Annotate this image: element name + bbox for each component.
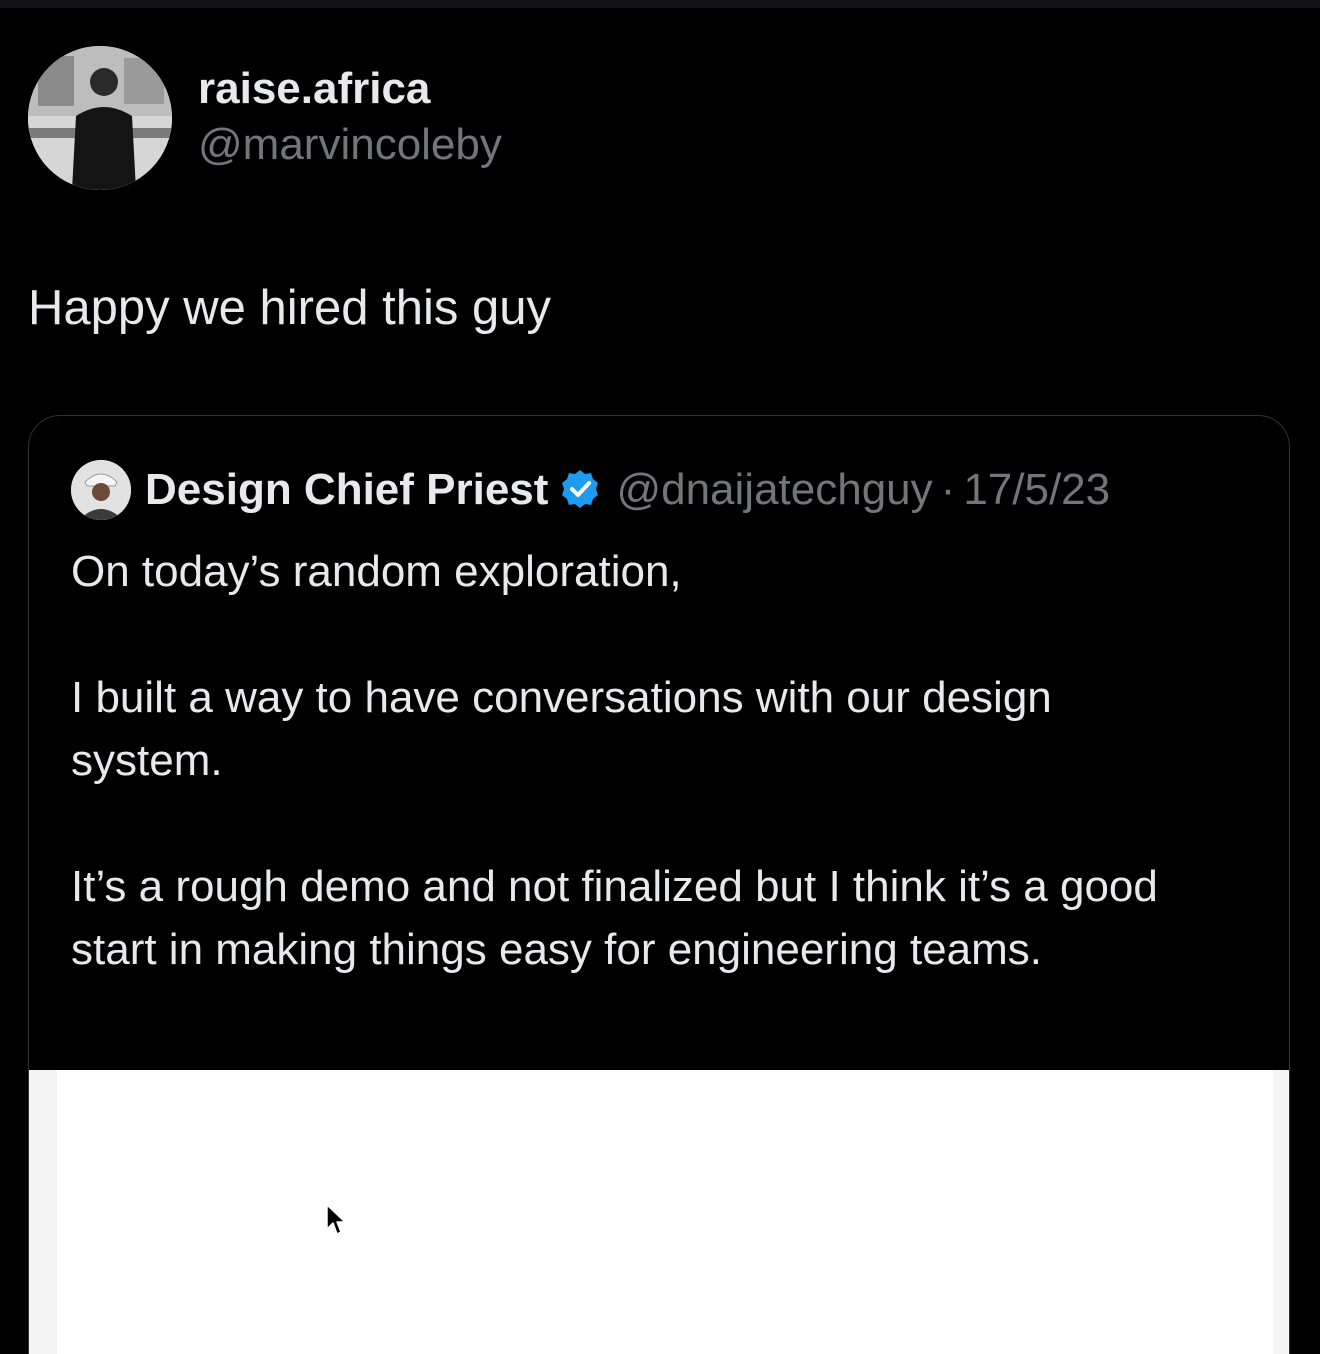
author-display-name[interactable]: raise.africa [198,62,502,116]
quoted-author-avatar[interactable] [71,460,131,520]
quoted-author-display-name[interactable]: Design Chief Priest [145,465,548,515]
mouse-pointer-icon [325,1203,347,1242]
quoted-tweet-card[interactable]: Design Chief Priest @dnaijatechguy · 17/… [28,415,1290,1354]
quoted-tweet-date[interactable]: 17/5/23 [963,465,1110,515]
author-handle[interactable]: @marvincoleby [198,116,502,174]
header-separator: · [940,465,956,514]
top-edge-bar [0,0,1320,8]
quoted-tweet-text: On today’s random exploration, I built a… [71,540,1211,981]
quoted-paragraph: On today’s random exploration, [71,547,682,596]
quoted-tweet-header: Design Chief Priest @dnaijatechguy · 17/… [71,460,1110,520]
tweet-author[interactable]: raise.africa @marvincoleby [28,46,502,190]
quoted-author-handle[interactable]: @dnaijatechguy [616,465,932,515]
tweet-text: Happy we hired this guy [28,281,551,335]
quoted-paragraph: I built a way to have conversations with… [71,673,1052,785]
quoted-tweet-media[interactable] [29,1070,1289,1354]
author-avatar[interactable] [28,46,172,190]
verified-badge-icon [558,468,602,512]
media-video-frame[interactable] [57,1070,1273,1354]
quoted-paragraph: It’s a rough demo and not finalized but … [71,862,1158,974]
